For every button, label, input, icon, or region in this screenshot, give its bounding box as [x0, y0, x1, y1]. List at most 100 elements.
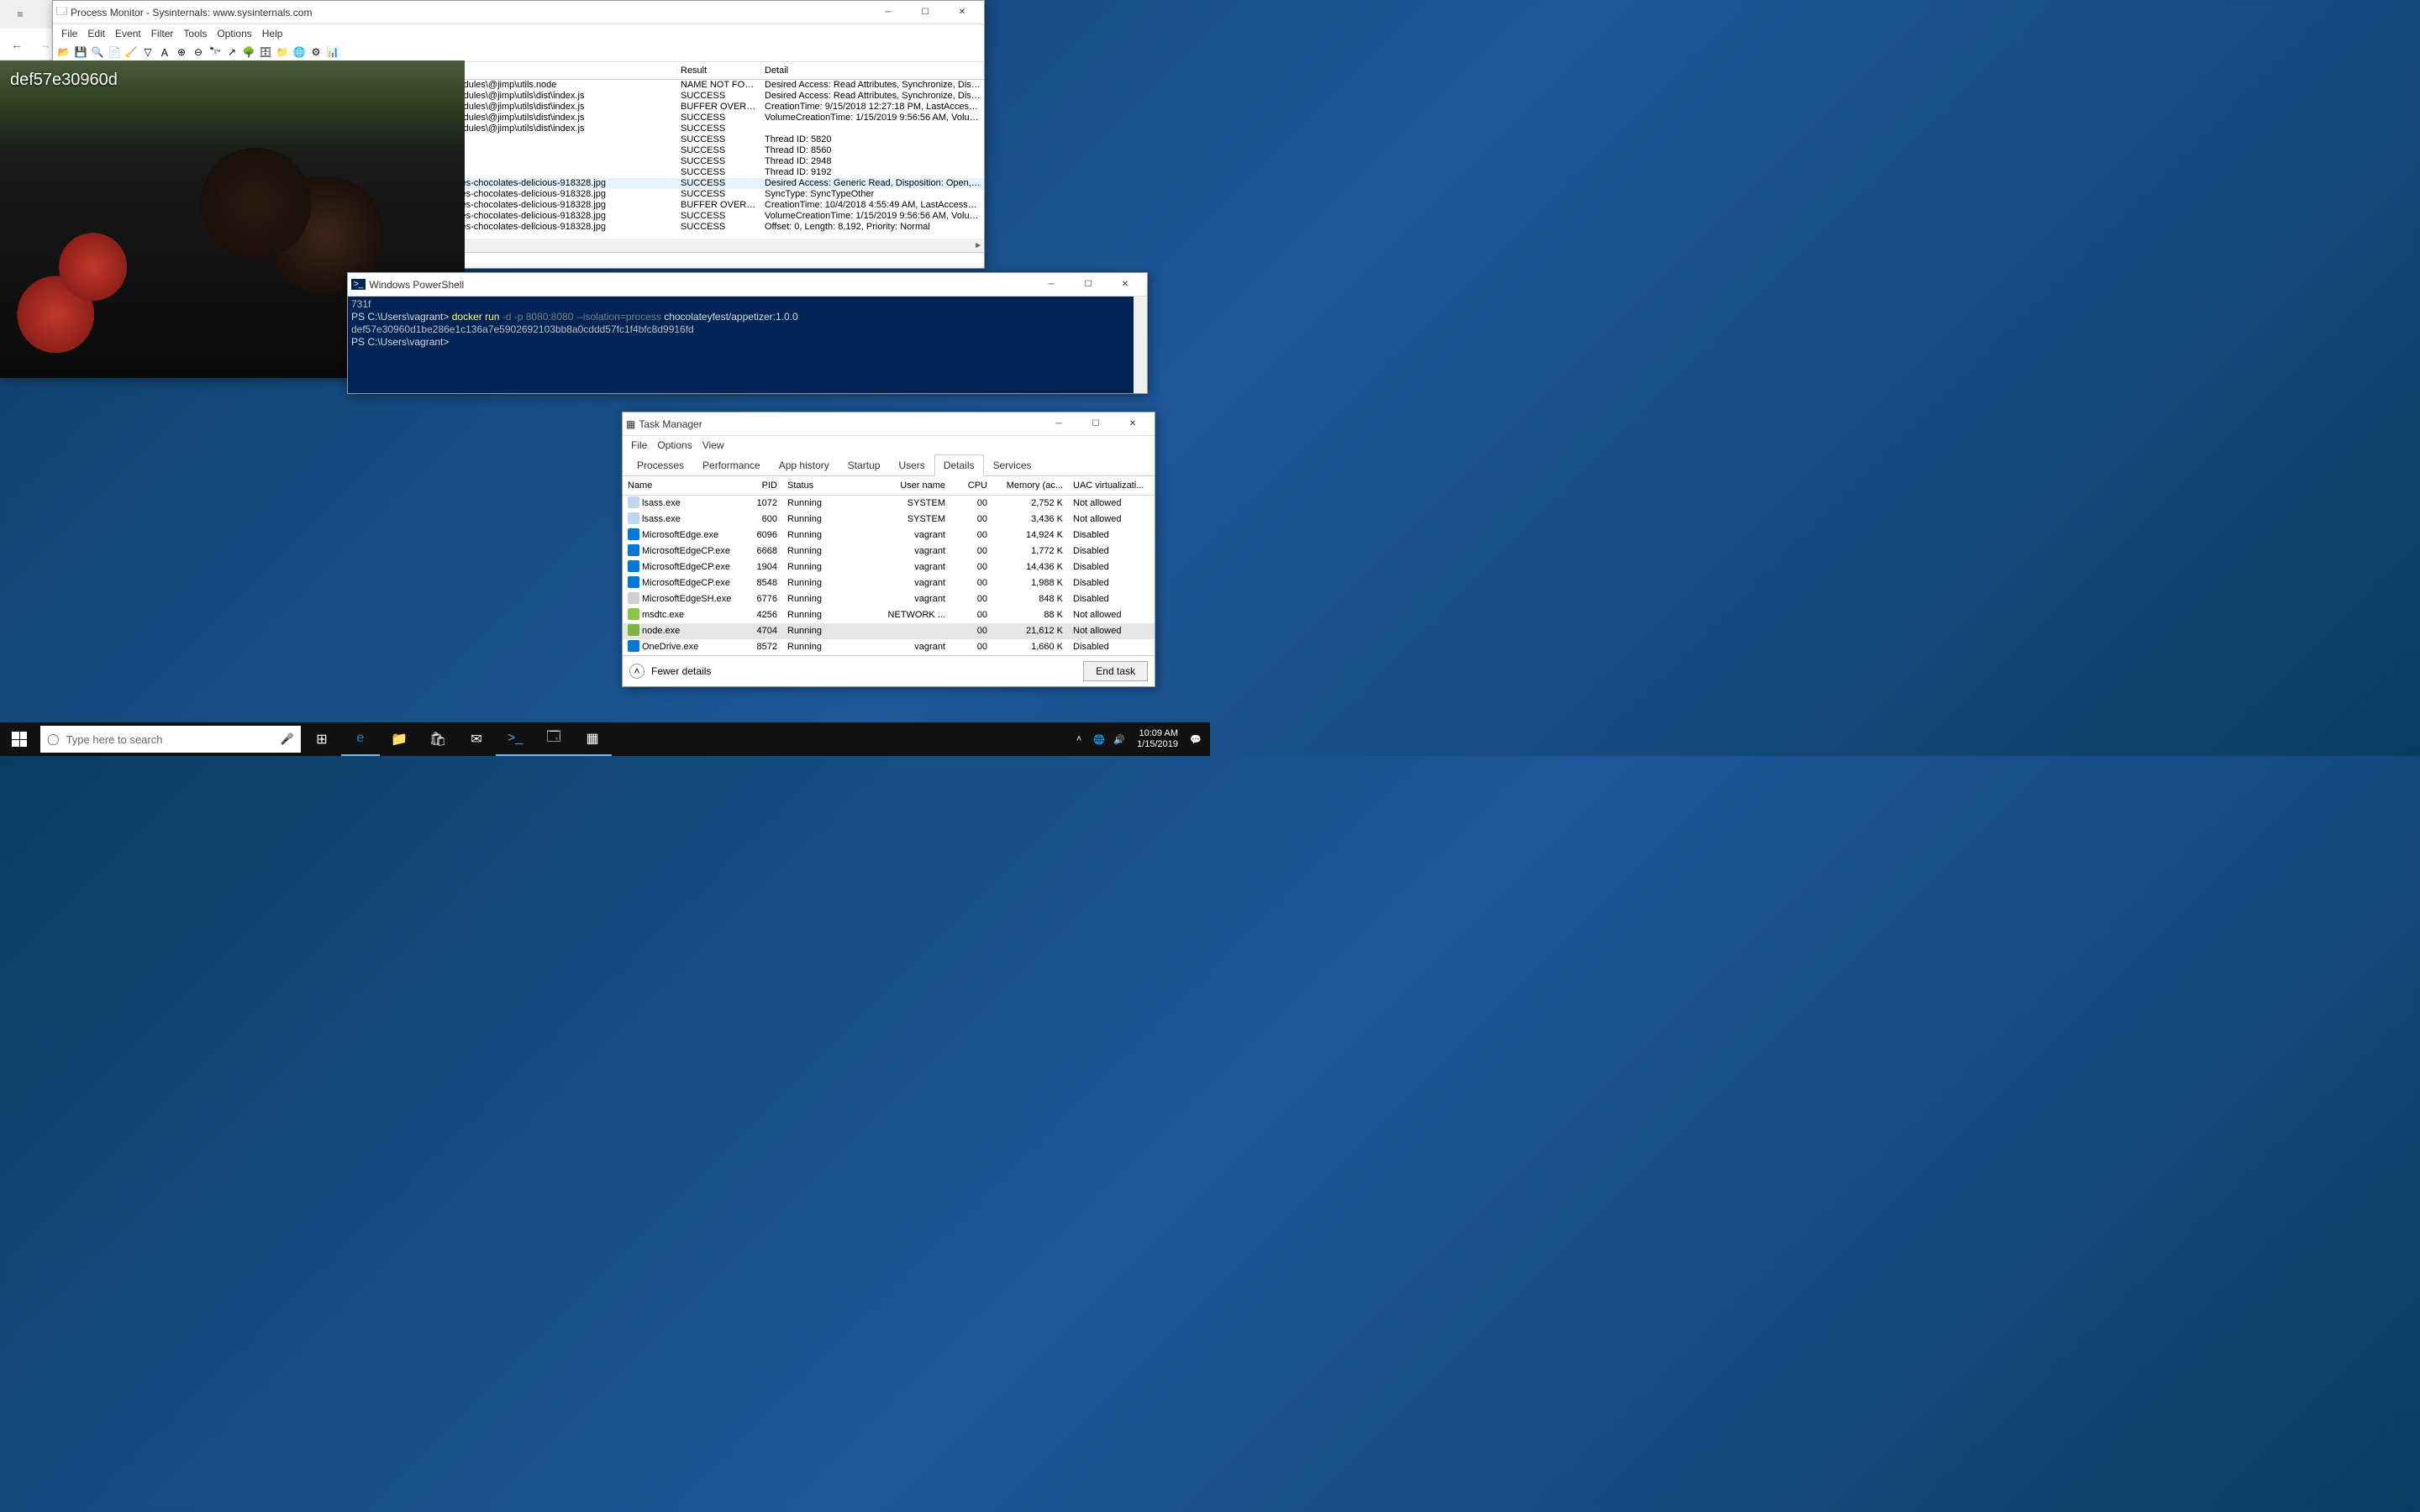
mic-icon[interactable]: 🎤 — [281, 732, 294, 746]
tab-performance[interactable]: Performance — [693, 454, 770, 476]
table-row[interactable]: lsass.exe600RunningSYSTEM003,436 KNot al… — [623, 512, 1155, 528]
table-row[interactable]: node.exe4704Running0021,612 KNot allowed — [623, 623, 1155, 639]
col-uac[interactable]: UAC virtualizati... — [1068, 480, 1155, 491]
table-row[interactable]: MicrosoftEdgeCP.exe8548Runningvagrant001… — [623, 575, 1155, 591]
minimize-button[interactable]: ─ — [1040, 412, 1077, 436]
jump-icon[interactable]: ↗ — [224, 45, 239, 60]
powershell-console[interactable]: 731fPS C:\Users\vagrant> docker run -d -… — [348, 297, 1147, 393]
profiling-icon[interactable]: 📊 — [325, 45, 340, 60]
tab-app-history[interactable]: App history — [770, 454, 839, 476]
col-name[interactable]: Name — [623, 480, 740, 491]
task-view-button[interactable]: ⊞ — [302, 722, 341, 756]
menu-filter[interactable]: Filter — [148, 26, 177, 41]
network-icon[interactable]: 🌐 — [292, 45, 307, 60]
console-line: PS C:\Users\vagrant> — [351, 336, 1144, 349]
taskbar-app-mail[interactable]: ✉ — [457, 722, 496, 756]
table-row[interactable]: MicrosoftEdgeCP.exe1904Runningvagrant001… — [623, 559, 1155, 575]
tray-clock[interactable]: 10:09 AM 1/15/2019 — [1132, 728, 1183, 750]
start-button[interactable] — [0, 722, 39, 756]
close-button[interactable]: ✕ — [944, 1, 981, 24]
hub-icon[interactable]: ≡ — [3, 0, 37, 29]
taskbar-app-taskmgr[interactable]: ▦ — [573, 722, 612, 756]
procmon-titlebar[interactable]: 🗔 Process Monitor - Sysinternals: www.sy… — [53, 1, 984, 24]
table-row[interactable]: MicrosoftEdge.exe6096Runningvagrant0014,… — [623, 528, 1155, 543]
tray-overflow-icon[interactable]: ˄ — [1071, 732, 1086, 747]
minimize-button[interactable]: ─ — [1033, 273, 1070, 297]
menu-options[interactable]: Options — [213, 26, 255, 41]
tree-icon[interactable]: 🌳 — [241, 45, 256, 60]
clear-icon[interactable]: 🧹 — [124, 45, 139, 60]
close-button[interactable]: ✕ — [1107, 273, 1144, 297]
menu-file[interactable]: File — [628, 438, 650, 453]
menu-view[interactable]: View — [699, 438, 728, 453]
taskmgr-titlebar[interactable]: ▦ Task Manager ─ ☐ ✕ — [623, 412, 1155, 436]
col-result[interactable]: Result — [677, 64, 761, 77]
capture-icon[interactable]: 🔍 — [90, 45, 105, 60]
procmon-title: Process Monitor - Sysinternals: www.sysi… — [67, 7, 870, 18]
tab-services[interactable]: Services — [984, 454, 1041, 476]
include-icon[interactable]: ⊕ — [174, 45, 189, 60]
menu-tools[interactable]: Tools — [180, 26, 210, 41]
taskbar-search[interactable]: ◯ Type here to search 🎤 — [40, 726, 301, 753]
menu-help[interactable]: Help — [259, 26, 287, 41]
filter-icon[interactable]: ▽ — [140, 45, 155, 60]
process-icon[interactable]: ⚙ — [308, 45, 324, 60]
taskmgr-icon: ▦ — [626, 418, 635, 430]
taskbar-app-edge[interactable]: e — [341, 722, 380, 756]
taskmgr-headers[interactable]: Name PID Status User name CPU Memory (ac… — [623, 476, 1155, 496]
save-icon[interactable]: 💾 — [73, 45, 88, 60]
col-mem[interactable]: Memory (ac... — [992, 480, 1068, 491]
fewer-details-button[interactable]: ˄ Fewer details — [629, 664, 711, 679]
powershell-title: Windows PowerShell — [366, 279, 1033, 291]
col-status[interactable]: Status — [782, 480, 866, 491]
end-task-button[interactable]: End task — [1083, 661, 1148, 681]
table-row[interactable]: MicrosoftEdgeCP.exe6668Runningvagrant001… — [623, 543, 1155, 559]
exclude-icon[interactable]: ⊖ — [191, 45, 206, 60]
powershell-titlebar[interactable]: >_ Windows PowerShell ─ ☐ ✕ — [348, 273, 1147, 297]
table-row[interactable]: lsass.exe1072RunningSYSTEM002,752 KNot a… — [623, 496, 1155, 512]
col-user[interactable]: User name — [866, 480, 950, 491]
maximize-button[interactable]: ☐ — [1077, 412, 1114, 436]
menu-event[interactable]: Event — [112, 26, 145, 41]
taskbar-app-store[interactable]: 🛍 — [418, 722, 457, 756]
menu-edit[interactable]: Edit — [84, 26, 108, 41]
find-icon[interactable]: 🔭 — [208, 45, 223, 60]
menu-file[interactable]: File — [58, 26, 81, 41]
chevron-up-icon: ˄ — [629, 664, 644, 679]
taskbar-app-powershell[interactable]: >_ — [496, 722, 534, 756]
tab-details[interactable]: Details — [934, 454, 984, 476]
table-row[interactable]: MicrosoftEdgeSH.exe6776Runningvagrant008… — [623, 591, 1155, 607]
tab-processes[interactable]: Processes — [628, 454, 693, 476]
table-row[interactable]: OneDrive.exe8572Runningvagrant001,660 KD… — [623, 639, 1155, 655]
highlight-icon[interactable]: Ａ — [157, 45, 172, 60]
taskbar-app-procmon[interactable]: 🗔 — [534, 722, 573, 756]
col-detail[interactable]: Detail — [761, 64, 984, 77]
close-button[interactable]: ✕ — [1114, 412, 1151, 436]
tab-users[interactable]: Users — [889, 454, 934, 476]
table-row[interactable]: msdtc.exe4256RunningNETWORK ...0088 KNot… — [623, 607, 1155, 623]
back-button[interactable]: ← — [7, 34, 27, 55]
taskmgr-rows[interactable]: lsass.exe1072RunningSYSTEM002,752 KNot a… — [623, 496, 1155, 655]
filesystem-icon[interactable]: 📁 — [275, 45, 290, 60]
taskmgr-window: ▦ Task Manager ─ ☐ ✕ File Options View P… — [622, 412, 1155, 687]
scrollbar[interactable] — [1134, 297, 1147, 393]
tab-startup[interactable]: Startup — [839, 454, 890, 476]
maximize-button[interactable]: ☐ — [907, 1, 944, 24]
col-pid[interactable]: PID — [740, 480, 782, 491]
maximize-button[interactable]: ☐ — [1070, 273, 1107, 297]
taskbar-app-explorer[interactable]: 📁 — [380, 722, 418, 756]
tray-network-icon[interactable]: 🌐 — [1092, 732, 1107, 747]
registry-icon[interactable]: 🗄 — [258, 45, 273, 60]
procmon-app-icon: 🗔 — [56, 3, 67, 21]
forward-button[interactable]: → — [35, 34, 55, 55]
minimize-button[interactable]: ─ — [870, 1, 907, 24]
search-placeholder: Type here to search — [66, 733, 163, 746]
tray-volume-icon[interactable]: 🔊 — [1112, 732, 1127, 747]
menu-options[interactable]: Options — [654, 438, 695, 453]
taskmgr-menubar: File Options View — [623, 436, 1155, 454]
powershell-window: >_ Windows PowerShell ─ ☐ ✕ 731fPS C:\Us… — [347, 272, 1148, 394]
notifications-icon[interactable]: 💬 — [1188, 732, 1203, 747]
autoscroll-icon[interactable]: 📄 — [107, 45, 122, 60]
open-icon[interactable]: 📂 — [56, 45, 71, 60]
col-cpu[interactable]: CPU — [950, 480, 992, 491]
